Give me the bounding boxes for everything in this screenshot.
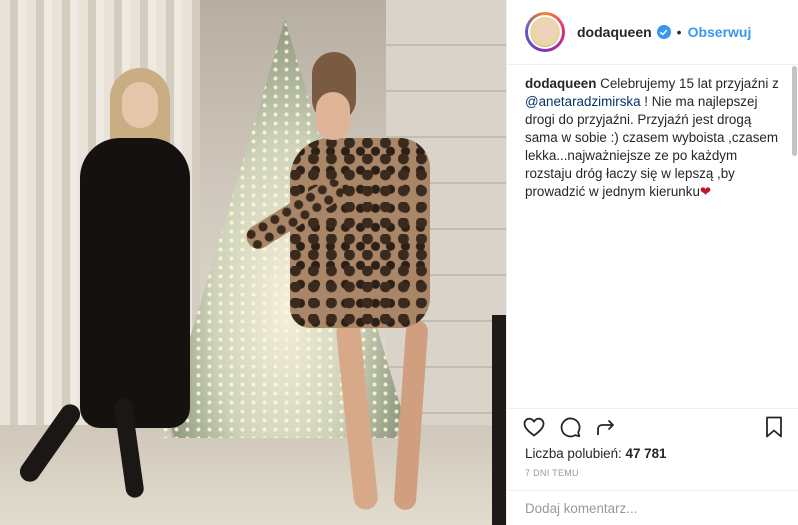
header-separator: •	[676, 24, 682, 40]
header-username[interactable]: dodaqueen	[577, 24, 652, 40]
share-icon[interactable]	[593, 414, 619, 440]
caption-username[interactable]: dodaqueen	[525, 76, 596, 91]
likes-number: 47 781	[625, 446, 667, 461]
caption-scrollbar[interactable]	[792, 66, 797, 156]
woman-right-figure	[241, 52, 450, 522]
avatar-story-ring[interactable]	[525, 12, 565, 52]
post-photo[interactable]	[0, 0, 506, 525]
caption-mention-link[interactable]: @anetaradzimirska	[525, 94, 641, 109]
post-caption: dodaqueen Celebrujemy 15 lat przyjaźni z…	[507, 65, 798, 397]
post-header: dodaqueen • Obserwuj	[507, 0, 798, 65]
caption-text-1: Celebrujemy 15 lat przyjaźni z	[600, 76, 779, 91]
verified-badge-icon	[656, 25, 671, 39]
likes-count[interactable]: Liczba polubień: 47 781	[525, 446, 667, 461]
action-bar	[507, 408, 798, 444]
comment-input[interactable]	[525, 500, 781, 516]
comment-bar	[507, 490, 798, 525]
dark-door	[492, 315, 506, 525]
post-timestamp[interactable]: 7 DNI TEMU	[525, 468, 579, 478]
bookmark-icon[interactable]	[761, 414, 787, 440]
post-sidebar: dodaqueen • Obserwuj dodaqueen Celebruje…	[506, 0, 798, 525]
caption-text-2: ! Nie ma najlepszej drogi do przyjaźni. …	[525, 94, 779, 199]
avatar[interactable]	[528, 15, 562, 49]
heart-emoji-icon: ❤	[699, 184, 712, 199]
comment-icon[interactable]	[557, 414, 583, 440]
heart-outline-icon[interactable]	[521, 414, 547, 440]
woman-left-figure	[15, 68, 190, 499]
likes-label: Liczba polubień:	[525, 446, 622, 461]
follow-button[interactable]: Obserwuj	[688, 24, 752, 40]
